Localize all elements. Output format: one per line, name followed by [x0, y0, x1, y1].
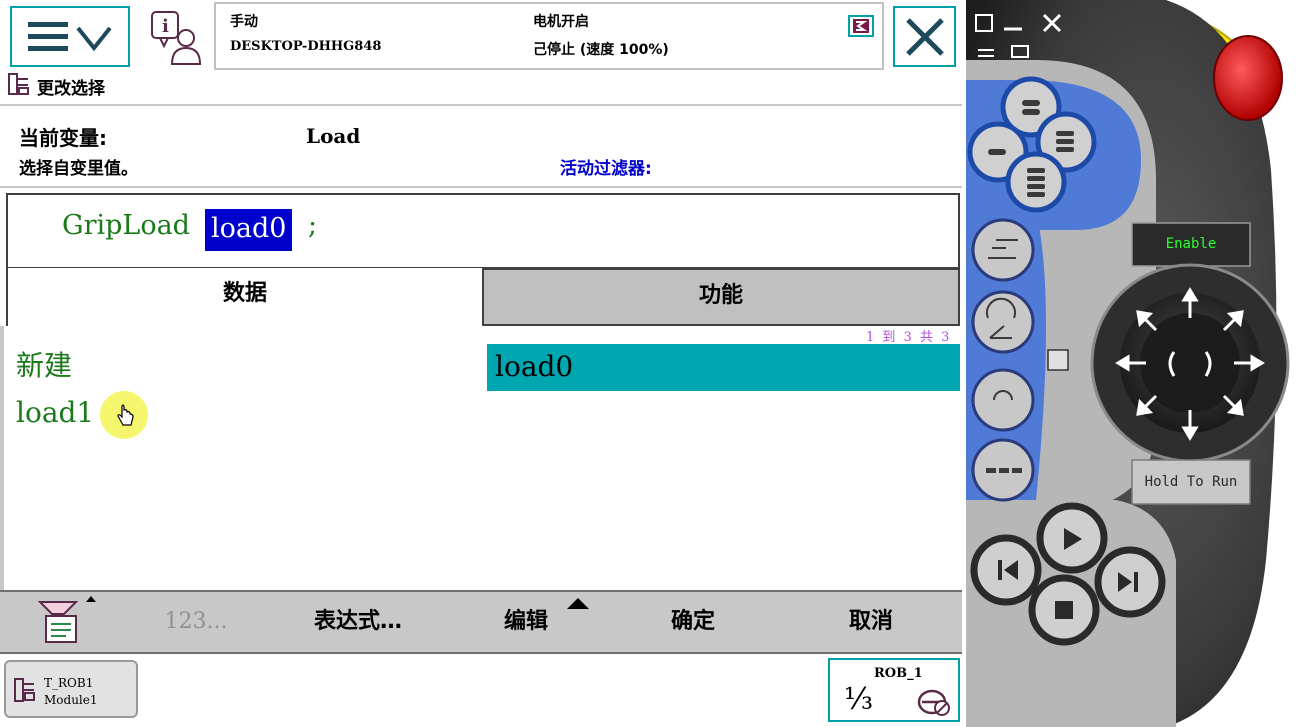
program-editor-icon — [8, 73, 29, 95]
divider — [0, 104, 962, 106]
increment-fraction: ⅓ — [844, 682, 874, 717]
tab-function[interactable]: 功能 — [482, 268, 960, 326]
close-icon — [906, 18, 944, 56]
close-button[interactable] — [893, 6, 956, 67]
command-bar: 123... 表达式… 编辑 确定 取消 — [0, 590, 962, 654]
divider — [0, 186, 962, 188]
task-name: T_ROB1 — [44, 676, 94, 690]
current-variable-value: Load — [306, 124, 361, 148]
cancel-button[interactable]: 取消 — [816, 592, 926, 652]
enable-button[interactable]: Enable — [1132, 223, 1250, 266]
event-log-button[interactable]: i — [148, 8, 206, 66]
edit-button[interactable]: 编辑 — [476, 592, 576, 652]
taskbar: T_ROB1 Module1 ROB_1 ⅓ — [0, 656, 962, 727]
ok-button[interactable]: 确定 — [640, 592, 746, 652]
instruction-text: 选择自变里值。 — [19, 159, 138, 179]
joystick[interactable] — [1092, 265, 1288, 461]
operating-mode: 手动 — [230, 14, 258, 30]
active-filter-label: 活动过滤器: — [560, 159, 652, 179]
tab-data[interactable]: 数据 — [6, 268, 482, 326]
hand-pointer-icon — [117, 404, 134, 426]
teach-pendant-screen: i 手动 DESKTOP-DHHG848 电机开启 己停止 (速度 100%) — [0, 0, 966, 727]
abc-button[interactable]: 123... — [140, 592, 252, 652]
list-item[interactable]: 新建 — [16, 344, 72, 384]
instruction-editor: GripLoad load0 ; — [6, 193, 960, 269]
controller-name: DESKTOP-DHHG848 — [230, 39, 382, 54]
step-forward-button[interactable] — [1098, 550, 1162, 614]
cursor-highlight — [100, 391, 148, 439]
swap-icon[interactable] — [974, 42, 998, 62]
breadcrumb-label: 更改选择 — [37, 79, 105, 99]
status-bar: 手动 DESKTOP-DHHG848 电机开启 己停止 (速度 100%) — [214, 2, 884, 70]
run-status: 己停止 (速度 100%) — [533, 42, 669, 58]
task-module-button[interactable]: T_ROB1 Module1 — [4, 660, 138, 718]
maximize-window-button[interactable] — [970, 10, 996, 36]
motor-status: 电机开启 — [533, 14, 589, 30]
current-variable-label: 当前变量: — [19, 126, 107, 150]
stop-button[interactable] — [1032, 578, 1096, 642]
list-count: 1 到 3 共 3 — [866, 330, 952, 345]
step-backward-button[interactable] — [974, 538, 1038, 602]
speed-disabled-icon — [917, 689, 950, 716]
instruction-name: GripLoad — [62, 210, 190, 241]
minimize-window-button[interactable] — [1000, 10, 1026, 36]
list-left-border — [0, 326, 4, 590]
module-name: Module1 — [44, 693, 98, 707]
camera-icon[interactable] — [1008, 42, 1032, 62]
emergency-stop-button[interactable] — [1214, 36, 1282, 120]
start-button[interactable] — [1040, 506, 1104, 570]
filter-button[interactable] — [30, 592, 114, 652]
instruction-terminator: ; — [308, 210, 318, 241]
selected-argument[interactable]: load0 — [205, 209, 293, 251]
list-item-selected[interactable]: load0 — [487, 344, 960, 391]
filter-icon — [38, 596, 96, 643]
hamburger-menu-icon — [28, 22, 112, 52]
svg-text:i: i — [162, 16, 169, 37]
menu-up-arrow-icon — [567, 598, 589, 609]
quickset-button[interactable]: ROB_1 ⅓ — [828, 658, 960, 722]
tab-data-label: 数据 — [222, 281, 267, 306]
flexpendant-controller: Enable Hold To Run — [966, 0, 1296, 727]
close-window-button[interactable] — [1038, 10, 1066, 36]
main-menu-button[interactable] — [10, 6, 130, 67]
list-item[interactable]: load1 — [16, 396, 94, 436]
tab-function-label: 功能 — [698, 283, 743, 308]
hold-to-run-button[interactable]: Hold To Run — [1132, 460, 1250, 504]
program-status-icon — [848, 15, 874, 37]
program-module-icon — [14, 678, 35, 702]
list-item-label: load0 — [495, 350, 574, 383]
expression-button[interactable]: 表达式… — [290, 592, 426, 652]
robot-name: ROB_1 — [874, 666, 923, 681]
info-person-icon: i — [151, 11, 202, 65]
